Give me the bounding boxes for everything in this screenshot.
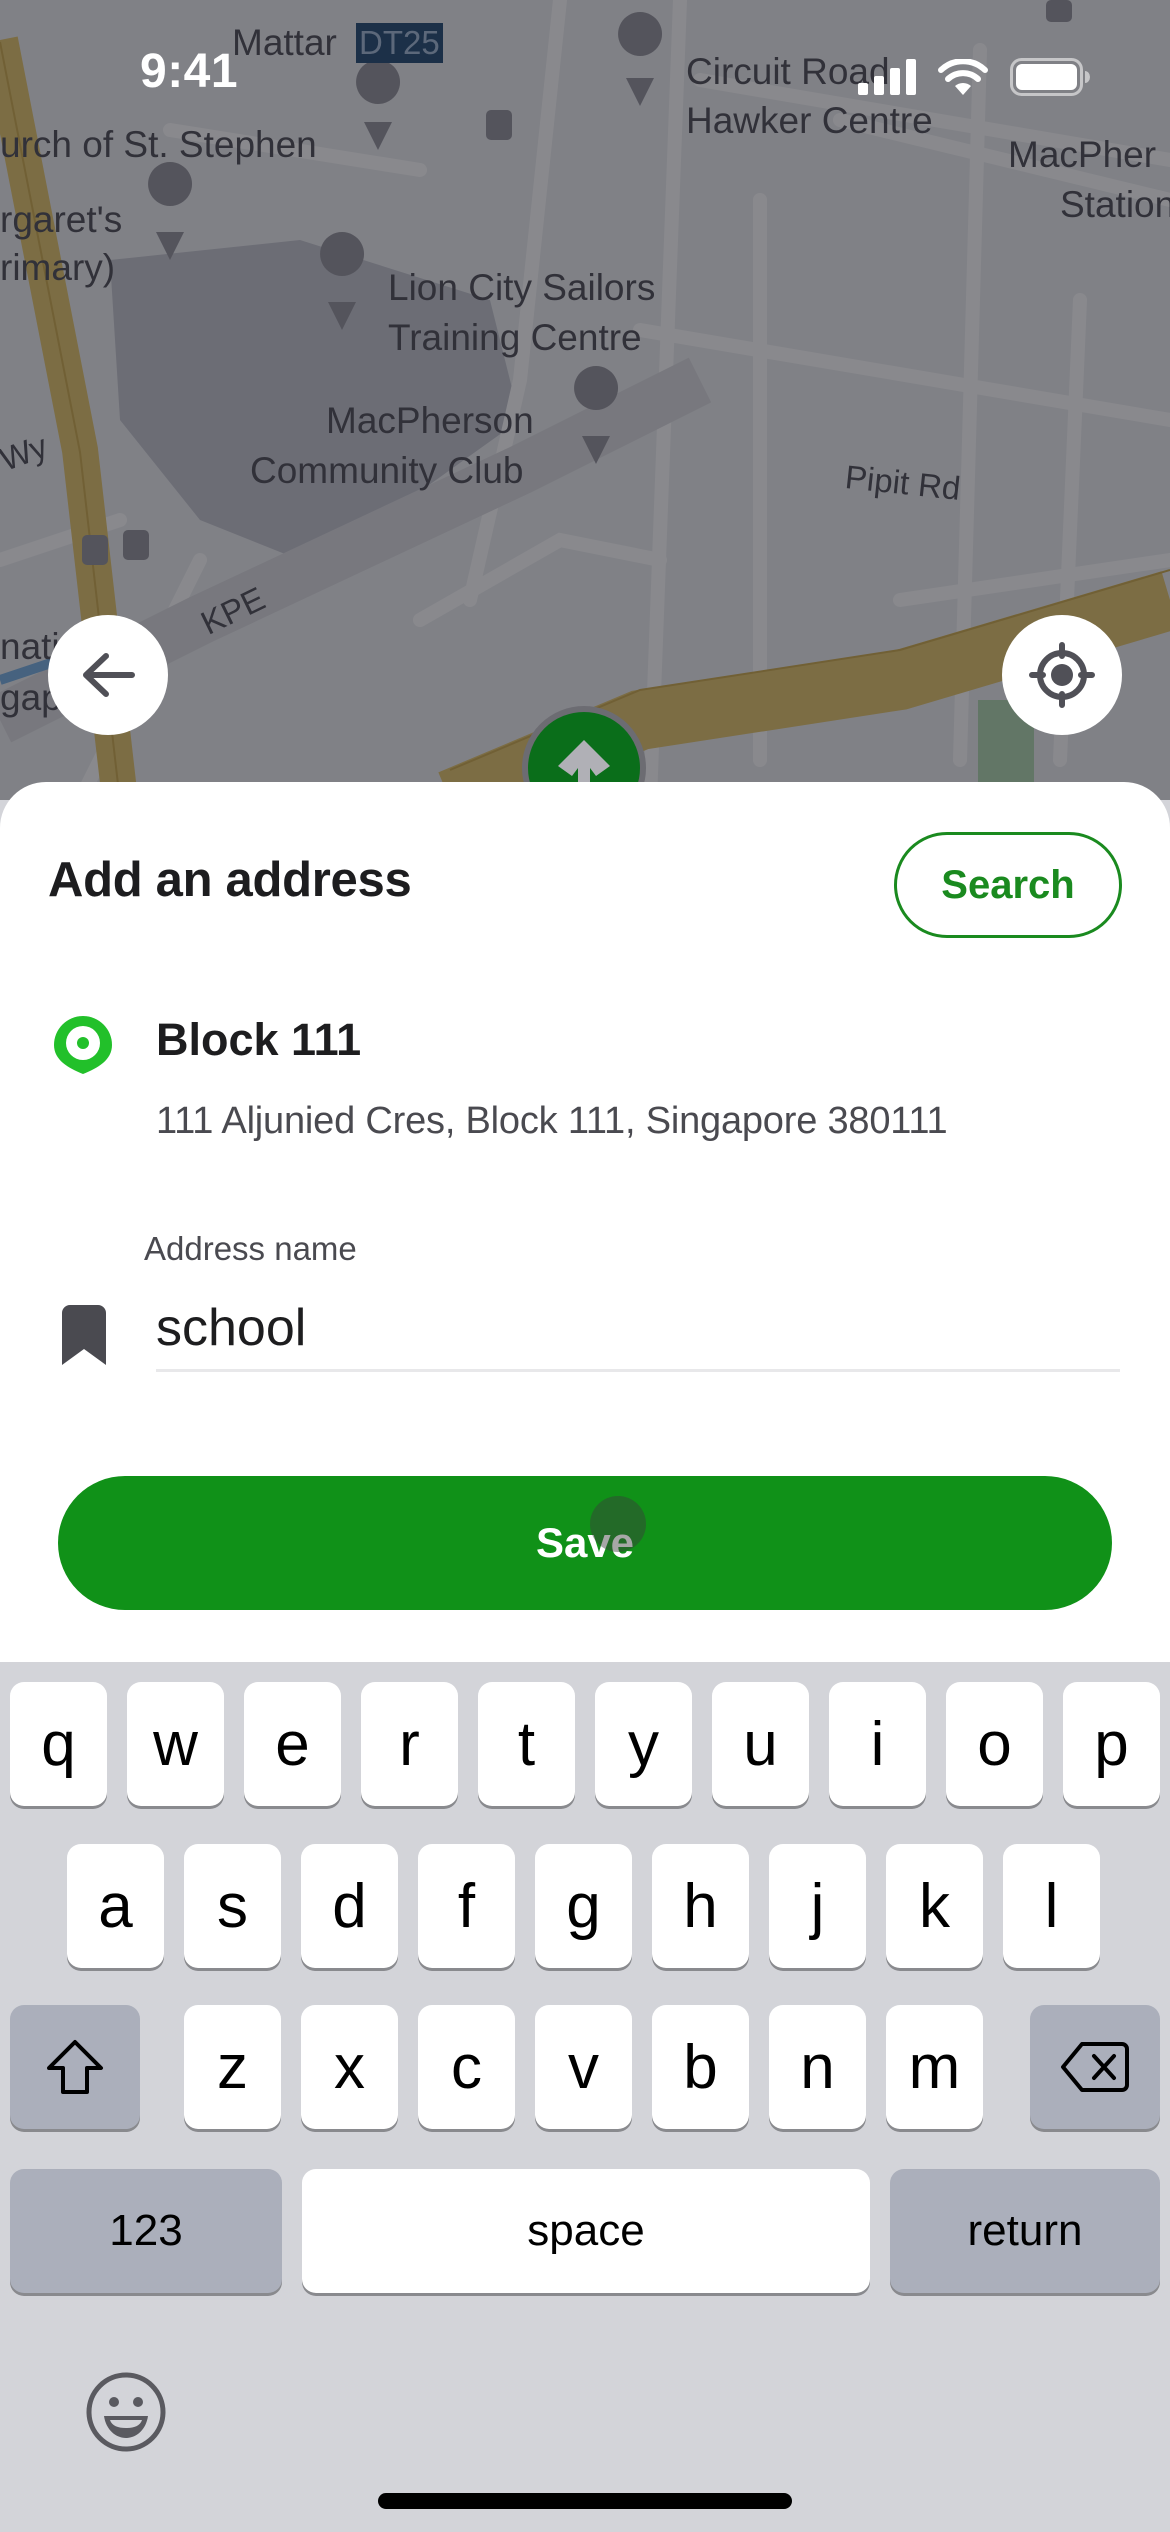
location-pin-icon	[54, 1016, 112, 1074]
key-c[interactable]: c	[418, 2005, 515, 2129]
wifi-icon	[938, 59, 988, 95]
my-location-button[interactable]	[1002, 615, 1122, 735]
back-arrow-icon	[83, 653, 135, 697]
map-label: Training Centre	[388, 317, 642, 358]
key-v[interactable]: v	[535, 2005, 632, 2129]
key-h[interactable]: h	[652, 1844, 749, 1968]
save-button[interactable]: Save	[58, 1476, 1112, 1610]
key-a[interactable]: a	[67, 1844, 164, 1968]
numbers-key[interactable]: 123	[10, 2169, 282, 2293]
battery-icon	[1010, 58, 1090, 96]
key-r[interactable]: r	[361, 1682, 458, 1806]
key-d[interactable]: d	[301, 1844, 398, 1968]
key-g[interactable]: g	[535, 1844, 632, 1968]
map-label: Community Club	[250, 450, 524, 491]
key-x[interactable]: x	[301, 2005, 398, 2129]
status-bar: 9:41	[0, 0, 1170, 150]
emoji-button[interactable]	[84, 2370, 168, 2459]
space-key[interactable]: space	[302, 2169, 870, 2293]
address-name-input[interactable]	[156, 1287, 1120, 1372]
map-label: MacPherson	[326, 400, 534, 441]
key-s[interactable]: s	[184, 1844, 281, 1968]
map-label: Lion City Sailors	[388, 267, 656, 308]
map-label: rgaret's	[0, 199, 123, 240]
key-l[interactable]: l	[1003, 1844, 1100, 1968]
cellular-signal-icon	[858, 59, 916, 95]
address-name-label: Address name	[144, 1230, 357, 1267]
shift-key[interactable]	[10, 2005, 140, 2129]
key-u[interactable]: u	[712, 1682, 809, 1806]
key-t[interactable]: t	[478, 1682, 575, 1806]
key-i[interactable]: i	[829, 1682, 926, 1806]
add-address-sheet: Add an address Search Block 111 111 Alju…	[0, 782, 1170, 1662]
key-k[interactable]: k	[886, 1844, 983, 1968]
map-label: Station	[1060, 184, 1170, 225]
home-indicator[interactable]	[378, 2493, 792, 2509]
my-location-icon	[1029, 642, 1095, 708]
key-b[interactable]: b	[652, 2005, 749, 2129]
status-time: 9:41	[140, 45, 239, 98]
backspace-icon	[1061, 2042, 1129, 2092]
delete-key[interactable]	[1030, 2005, 1160, 2129]
key-e[interactable]: e	[244, 1682, 341, 1806]
map-label: rimary)	[0, 247, 116, 288]
key-w[interactable]: w	[127, 1682, 224, 1806]
key-m[interactable]: m	[886, 2005, 983, 2129]
location-address: 111 Aljunied Cres, Block 111, Singapore …	[156, 1100, 948, 1142]
key-f[interactable]: f	[418, 1844, 515, 1968]
bookmark-icon	[62, 1305, 106, 1365]
key-n[interactable]: n	[769, 2005, 866, 2129]
location-title: Block 111	[156, 1014, 362, 1065]
key-o[interactable]: o	[946, 1682, 1043, 1806]
on-screen-keyboard: qwertyuiop asdfghjkl zxcvbnm 123 space r…	[0, 1658, 1170, 2532]
key-y[interactable]: y	[595, 1682, 692, 1806]
shift-icon	[47, 2040, 103, 2094]
return-key[interactable]: return	[890, 2169, 1160, 2293]
key-j[interactable]: j	[769, 1844, 866, 1968]
search-button[interactable]: Search	[894, 832, 1122, 938]
key-q[interactable]: q	[10, 1682, 107, 1806]
back-button[interactable]	[48, 615, 168, 735]
key-z[interactable]: z	[184, 2005, 281, 2129]
emoji-icon	[86, 2372, 166, 2452]
sheet-title: Add an address	[48, 853, 412, 907]
key-p[interactable]: p	[1063, 1682, 1160, 1806]
